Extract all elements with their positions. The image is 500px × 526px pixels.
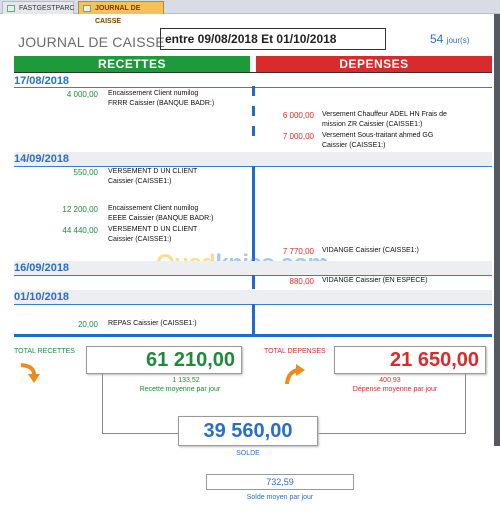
desc-line: Encaissement Client numilog: [108, 90, 199, 97]
recette-description: Encaissement Client numilog EEEE Caissie…: [108, 204, 213, 224]
recette-description: VERSEMENT D UN CLIENT Caissier (CAISSE1:…: [108, 225, 197, 245]
tab-label: JOURNAL DE CAISSE: [95, 5, 141, 25]
desc-line: VERSEMENT D UN CLIENT: [108, 168, 198, 175]
depense-amount: 880,00: [289, 277, 314, 286]
total-depenses-value: 21 650,00: [334, 346, 486, 374]
column-separator: [252, 275, 255, 289]
recettes-header: RECETTES: [14, 56, 250, 72]
date-band: [14, 290, 492, 304]
divider: [14, 72, 492, 73]
solde-value: 39 560,00: [178, 416, 318, 446]
recette-amount: 550,00: [73, 168, 98, 177]
recette-description: REPAS Caissier (CAISSE1:): [108, 320, 197, 327]
tab-bar: FASTGESTPARC JOURNAL DE CAISSE: [0, 0, 500, 25]
desc-line: Versement Chauffeur ADEL HN Frais de: [322, 111, 447, 118]
column-separator: [252, 166, 255, 262]
recette-amount: 44 440,00: [62, 226, 98, 235]
depense-description: Versement Sous-traitant ahmed GG Caissie…: [322, 131, 433, 151]
desc-line: Caissier (CAISSE1:): [108, 236, 172, 243]
tab-label: FASTGESTPARC: [19, 5, 75, 12]
tab-journal-de-caisse[interactable]: JOURNAL DE CAISSE: [78, 1, 164, 25]
recette-amount: 20,00: [77, 320, 98, 329]
connector-line: [318, 374, 466, 434]
date-band: [14, 152, 492, 166]
days-unit: jour(s): [446, 36, 470, 45]
depense-description: Versement Chauffeur ADEL HN Frais de mis…: [322, 110, 447, 130]
form-icon: [7, 5, 15, 12]
tab-fastgestparc[interactable]: FASTGESTPARC: [2, 1, 75, 14]
solde-avg-label: Solde moyen par jour: [246, 494, 314, 501]
recette-description: VERSEMENT D UN CLIENT Caissier (CAISSE1:…: [108, 167, 197, 187]
depense-amount: 7 000,00: [282, 132, 314, 141]
depenses-header: DEPENSES: [256, 56, 492, 72]
connector-line: [102, 374, 178, 434]
recette-amount: 4 000,00: [66, 90, 98, 99]
form-icon: [83, 5, 91, 12]
desc-line: mission ZR Caissier (CAISSE1:): [322, 121, 423, 128]
page-title: JOURNAL DE CAISSE: [18, 34, 165, 50]
section-date: 01/10/2018: [14, 291, 70, 303]
desc-line: FRRR Caissier (BANQUE BADR:): [108, 100, 215, 107]
window-edge: [494, 14, 500, 446]
total-recettes-label: TOTAL RECETTES: [14, 348, 75, 355]
period-field[interactable]: entre 09/08/2018 Et 01/10/2018: [160, 28, 386, 50]
desc-line: Encaissement Client numilog: [108, 205, 199, 212]
date-band: [14, 261, 492, 275]
column-separator: [252, 86, 255, 140]
solde-label: SOLDE: [236, 450, 260, 457]
curved-arrow-down-icon: [20, 363, 40, 383]
divider: [14, 334, 492, 337]
days-count: 54 jour(s): [430, 32, 469, 46]
curved-arrow-up-icon: [285, 364, 305, 385]
section-date: 14/09/2018: [14, 153, 70, 165]
recette-amount: 12 200,00: [62, 205, 98, 214]
desc-line: Caissier (CAISSE1:): [108, 178, 172, 185]
section-date: 17/08/2018: [14, 75, 70, 87]
desc-line: EEEE Caissier (BANQUE BADR:): [108, 215, 214, 222]
solde-avg-value: 732,59: [206, 474, 354, 490]
desc-line: Caissier (CAISSE1:): [322, 142, 386, 149]
total-recettes-value: 61 210,00: [86, 346, 242, 374]
recette-description: Encaissement Client numilog FRRR Caissie…: [108, 89, 214, 109]
desc-line: VERSEMENT D UN CLIENT: [108, 226, 198, 233]
depense-description: VIDANGE Caissier (CAISSE1:): [322, 247, 419, 254]
column-separator: [252, 304, 255, 334]
days-value: 54: [430, 32, 444, 46]
total-depenses-label: TOTAL DEPENSES: [264, 348, 326, 355]
desc-line: Versement Sous-traitant ahmed GG: [322, 132, 434, 139]
section-date: 16/09/2018: [14, 262, 70, 274]
depense-amount: 6 000,00: [282, 111, 314, 120]
depense-description: VIDANGE Caissier (EN ESPECE): [322, 277, 428, 284]
